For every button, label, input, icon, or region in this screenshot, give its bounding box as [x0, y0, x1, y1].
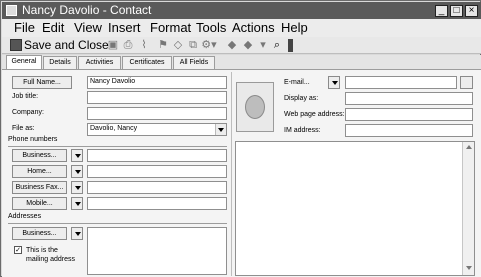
tab-activities[interactable]: Activities — [78, 56, 121, 69]
menu-view[interactable]: View — [74, 20, 102, 35]
phone-business-fax-field[interactable] — [87, 181, 227, 194]
previous-icon[interactable]: ◆ — [226, 38, 238, 53]
addresses-heading: Addresses — [8, 213, 42, 220]
menu-file[interactable]: File — [14, 20, 35, 35]
menu-bar: File Edit View Insert Format Tools Actio… — [2, 19, 481, 37]
full-name-button[interactable]: Full Name... — [12, 76, 72, 89]
general-panel: Full Name... Nancy Davolio Job title: Co… — [2, 69, 481, 277]
categorize-icon[interactable]: ◇ — [172, 38, 184, 53]
dropdown-icon[interactable]: ▾ — [257, 38, 269, 53]
chevron-down-icon[interactable] — [215, 124, 226, 135]
display-as-field[interactable] — [345, 92, 473, 105]
display-as-label: Display as: — [284, 95, 319, 102]
flag-icon[interactable]: ⚑ — [157, 38, 169, 53]
title-bar[interactable]: Nancy Davolio - Contact _ □ × — [2, 2, 481, 19]
web-page-field[interactable] — [345, 108, 473, 121]
contact-window: Nancy Davolio - Contact _ □ × File Edit … — [0, 0, 481, 277]
scroll-up-icon[interactable] — [466, 145, 472, 149]
im-address-label: IM address: — [284, 127, 321, 134]
phone-mobile-dropdown[interactable] — [71, 197, 83, 210]
close-button[interactable]: × — [465, 5, 478, 17]
mailing-address-label: This is the mailing address — [26, 247, 76, 263]
phone-mobile-field[interactable] — [87, 197, 227, 210]
more-icon[interactable]: ⚙▾ — [200, 38, 218, 53]
menu-format[interactable]: Format — [150, 20, 191, 35]
phone-business-fax-button[interactable]: Business Fax... — [12, 181, 67, 194]
email-button[interactable]: E-mail... — [284, 79, 310, 86]
tab-certificates[interactable]: Certificates — [122, 56, 172, 69]
print-icon[interactable]: ⎙ — [122, 38, 134, 53]
tab-details[interactable]: Details — [43, 56, 77, 69]
job-title-label: Job title: — [12, 93, 39, 100]
contact-card-icon — [6, 5, 17, 16]
company-label: Company: — [12, 109, 44, 116]
phone-mobile-button[interactable]: Mobile... — [12, 197, 67, 210]
address-book-icon[interactable] — [460, 76, 473, 89]
toolbar: Save and Close ▣ ⎙ ⌇ ⚑ ◇ ⧉ ⚙▾ ◆ ◆ ▾ ⌕ — [2, 37, 481, 54]
full-name-field[interactable]: Nancy Davolio — [87, 76, 227, 89]
contact-photo-icon — [245, 95, 265, 119]
company-field[interactable] — [87, 107, 227, 120]
window-title: Nancy Davolio - Contact — [22, 3, 152, 17]
next-icon[interactable]: ◆ — [242, 38, 254, 53]
floppy-icon — [10, 39, 22, 51]
save-and-close-button[interactable]: Save and Close — [24, 38, 109, 52]
notes-area[interactable] — [235, 141, 475, 276]
menu-actions[interactable]: Actions — [232, 20, 275, 35]
minimize-button[interactable]: _ — [435, 5, 448, 17]
job-title-field[interactable] — [87, 91, 227, 104]
toolbar-overflow-icon[interactable] — [288, 39, 293, 52]
tab-all-fields[interactable]: All Fields — [173, 56, 215, 69]
contact-photo-button[interactable] — [236, 82, 274, 132]
menu-edit[interactable]: Edit — [42, 20, 64, 35]
phone-business-dropdown[interactable] — [71, 149, 83, 162]
copy-icon[interactable]: ⧉ — [187, 38, 199, 53]
column-divider — [231, 72, 232, 276]
address-business-button[interactable]: Business... — [12, 227, 67, 240]
save-icon[interactable]: ▣ — [107, 38, 119, 53]
phone-business-button[interactable]: Business... — [12, 149, 67, 162]
phone-home-dropdown[interactable] — [71, 165, 83, 178]
im-address-field[interactable] — [345, 124, 473, 137]
scroll-down-icon[interactable] — [466, 266, 472, 270]
file-as-label: File as: — [12, 125, 35, 132]
address-field[interactable] — [87, 227, 227, 275]
notes-scrollbar[interactable] — [462, 142, 474, 275]
menu-help[interactable]: Help — [281, 20, 308, 35]
menu-tools[interactable]: Tools — [196, 20, 226, 35]
file-as-select[interactable]: Davolio, Nancy — [87, 123, 227, 136]
email-type-dropdown[interactable] — [328, 76, 340, 89]
address-type-dropdown[interactable] — [71, 227, 83, 240]
phone-business-fax-dropdown[interactable] — [71, 181, 83, 194]
addresses-divider — [8, 223, 227, 224]
phone-home-field[interactable] — [87, 165, 227, 178]
tab-strip: General Details Activities Certificates … — [2, 55, 481, 69]
menu-insert[interactable]: Insert — [108, 20, 141, 35]
phone-business-field[interactable] — [87, 149, 227, 162]
phone-home-button[interactable]: Home... — [12, 165, 67, 178]
attach-icon[interactable]: ⌇ — [138, 38, 150, 53]
maximize-button[interactable]: □ — [450, 5, 463, 17]
web-page-label: Web page address: — [284, 111, 345, 118]
phone-numbers-heading: Phone numbers — [8, 136, 58, 143]
phone-divider — [8, 146, 227, 147]
address-book-icon[interactable]: ⌕ — [270, 38, 284, 53]
mailing-address-checkbox[interactable]: ✓ — [14, 246, 22, 254]
email-field[interactable] — [345, 76, 457, 89]
tab-general[interactable]: General — [6, 55, 42, 69]
